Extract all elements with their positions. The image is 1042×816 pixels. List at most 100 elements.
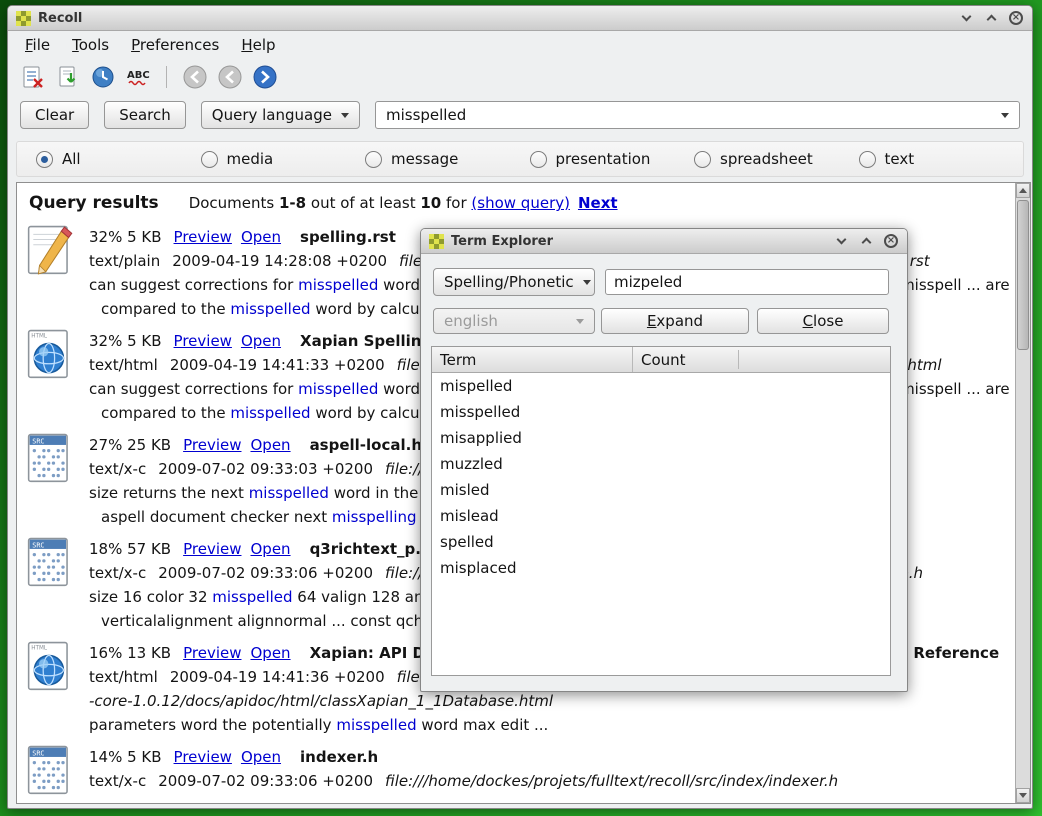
html-doc-icon[interactable]: HTML xyxy=(27,641,77,695)
doc-date: 2009-07-02 09:33:03 +0200 xyxy=(158,460,373,478)
term-row[interactable]: muzzled xyxy=(432,451,890,477)
radio-icon xyxy=(365,151,382,168)
term-row[interactable]: spelled xyxy=(432,529,890,555)
results-header: Query resultsDocuments 1-8 out of at lea… xyxy=(17,183,1015,221)
filter-presentation[interactable]: presentation xyxy=(530,150,695,168)
term-row[interactable]: mispelled xyxy=(432,373,890,399)
term-row[interactable]: mislead xyxy=(432,503,890,529)
shade-button[interactable] xyxy=(833,233,849,249)
chevron-down-icon xyxy=(583,280,591,285)
doc-date: 2009-07-02 09:33:06 +0200 xyxy=(158,772,373,790)
filter-row: All media message presentationspreadsheette… xyxy=(16,141,1024,177)
svg-text:HTML: HTML xyxy=(31,645,48,651)
filter-all[interactable]: All xyxy=(36,150,201,168)
recoll-app-icon xyxy=(429,234,444,249)
src-doc-icon[interactable]: SRC xyxy=(27,537,77,591)
expand-label: Expand xyxy=(647,312,703,330)
preview-link[interactable]: Preview xyxy=(183,644,241,662)
close-window-button[interactable]: × xyxy=(883,233,899,249)
toolbar: ABC xyxy=(8,59,1032,95)
term-input[interactable] xyxy=(605,269,889,295)
menu-help[interactable]: Help xyxy=(232,33,284,57)
radio-icon xyxy=(201,151,218,168)
filter-text[interactable]: text xyxy=(859,150,1024,168)
menu-preferences[interactable]: Preferences xyxy=(122,33,228,57)
src-doc-icon[interactable]: SRC xyxy=(27,745,77,799)
menu-file[interactable]: File xyxy=(16,33,59,57)
scroll-up-button[interactable] xyxy=(1016,183,1030,198)
menu-tools[interactable]: Tools xyxy=(63,33,118,57)
svg-text:SRC: SRC xyxy=(32,437,44,445)
query-language-select[interactable]: Query language xyxy=(201,101,360,129)
filter-spreadsheet[interactable]: spreadsheet xyxy=(694,150,859,168)
shade-button[interactable] xyxy=(958,10,974,26)
term-row[interactable]: misplaced xyxy=(432,555,890,581)
src-doc-icon[interactable]: SRC xyxy=(27,433,77,487)
unshade-button[interactable] xyxy=(983,10,999,26)
term-explorer-icon[interactable]: ABC xyxy=(125,64,151,90)
preview-link[interactable]: Preview xyxy=(174,228,232,246)
svg-text:SRC: SRC xyxy=(32,749,44,757)
mime-type: text/x-c xyxy=(89,460,146,478)
next-page-icon[interactable] xyxy=(252,64,278,90)
open-link[interactable]: Open xyxy=(241,228,281,246)
filter-label: message xyxy=(391,150,458,168)
expansion-mode-select[interactable]: Spelling/Phonetic xyxy=(433,268,595,296)
result-title: aspell-local.h xyxy=(310,436,422,454)
svg-text:SRC: SRC xyxy=(32,541,44,549)
show-query-link[interactable]: (show query) xyxy=(471,194,570,212)
results-scrollbar[interactable] xyxy=(1015,183,1030,803)
result-range: 1-8 xyxy=(279,194,306,212)
html-doc-icon[interactable]: HTML xyxy=(27,329,77,383)
search-input[interactable]: misspelled xyxy=(375,101,1020,129)
preview-link[interactable]: Preview xyxy=(174,332,232,350)
update-index-icon[interactable] xyxy=(55,64,81,90)
window-controls: × xyxy=(958,10,1024,26)
expand-button[interactable]: Expand xyxy=(601,308,749,334)
result-title: indexer.h xyxy=(300,748,378,766)
clear-button[interactable]: Clear xyxy=(20,101,89,129)
term-column-header[interactable]: Term xyxy=(432,351,632,369)
search-button[interactable]: Search xyxy=(104,101,186,129)
term-cell: mispelled xyxy=(432,377,632,395)
preview-link[interactable]: Preview xyxy=(174,748,232,766)
close-button[interactable]: Close xyxy=(757,308,889,334)
scrollbar-thumb[interactable] xyxy=(1017,200,1029,350)
preview-link[interactable]: Preview xyxy=(183,436,241,454)
prev-page-icon[interactable] xyxy=(217,64,243,90)
term-row[interactable]: misled xyxy=(432,477,890,503)
preview-link[interactable]: Preview xyxy=(183,540,241,558)
result-title: spelling.rst xyxy=(300,228,396,246)
query-language-label: Query language xyxy=(212,106,332,124)
text-doc-icon[interactable] xyxy=(27,225,77,279)
scroll-down-button[interactable] xyxy=(1016,788,1030,803)
first-page-icon[interactable] xyxy=(182,64,208,90)
term-table: Term Count mispelled misspelledmisapplied… xyxy=(431,346,891,676)
chevron-down-icon xyxy=(836,235,846,245)
filter-message[interactable]: message xyxy=(365,150,530,168)
term-table-header[interactable]: Term Count xyxy=(432,347,890,373)
titlebar[interactable]: Recoll × xyxy=(8,6,1032,31)
open-link[interactable]: Open xyxy=(250,540,290,558)
term-row[interactable]: misspelled xyxy=(432,399,890,425)
close-window-button[interactable]: × xyxy=(1008,10,1024,26)
query-results-title: Query results xyxy=(29,193,159,213)
term-explorer-window: Term Explorer × Spelling/Phonetic englis… xyxy=(420,228,908,692)
open-link[interactable]: Open xyxy=(241,332,281,350)
open-link[interactable]: Open xyxy=(250,644,290,662)
open-link[interactable]: Open xyxy=(241,748,281,766)
result-meta-line: text/x-c2009-07-02 09:33:06 +0200file://… xyxy=(89,769,1015,793)
infix-text: out of at least xyxy=(311,194,416,212)
open-link[interactable]: Open xyxy=(250,436,290,454)
unshade-button[interactable] xyxy=(858,233,874,249)
next-page-link[interactable]: Next xyxy=(578,194,618,212)
history-icon[interactable] xyxy=(90,64,116,90)
filter-media[interactable]: media xyxy=(201,150,366,168)
count-column-header[interactable]: Count xyxy=(632,347,738,372)
dialog-titlebar[interactable]: Term Explorer × xyxy=(421,229,907,254)
clear-search-icon[interactable] xyxy=(20,64,46,90)
term-row[interactable]: misapplied xyxy=(432,425,890,451)
chevron-down-icon[interactable] xyxy=(1001,113,1009,118)
mime-type: text/x-c xyxy=(89,564,146,582)
filter-label: media xyxy=(227,150,274,168)
